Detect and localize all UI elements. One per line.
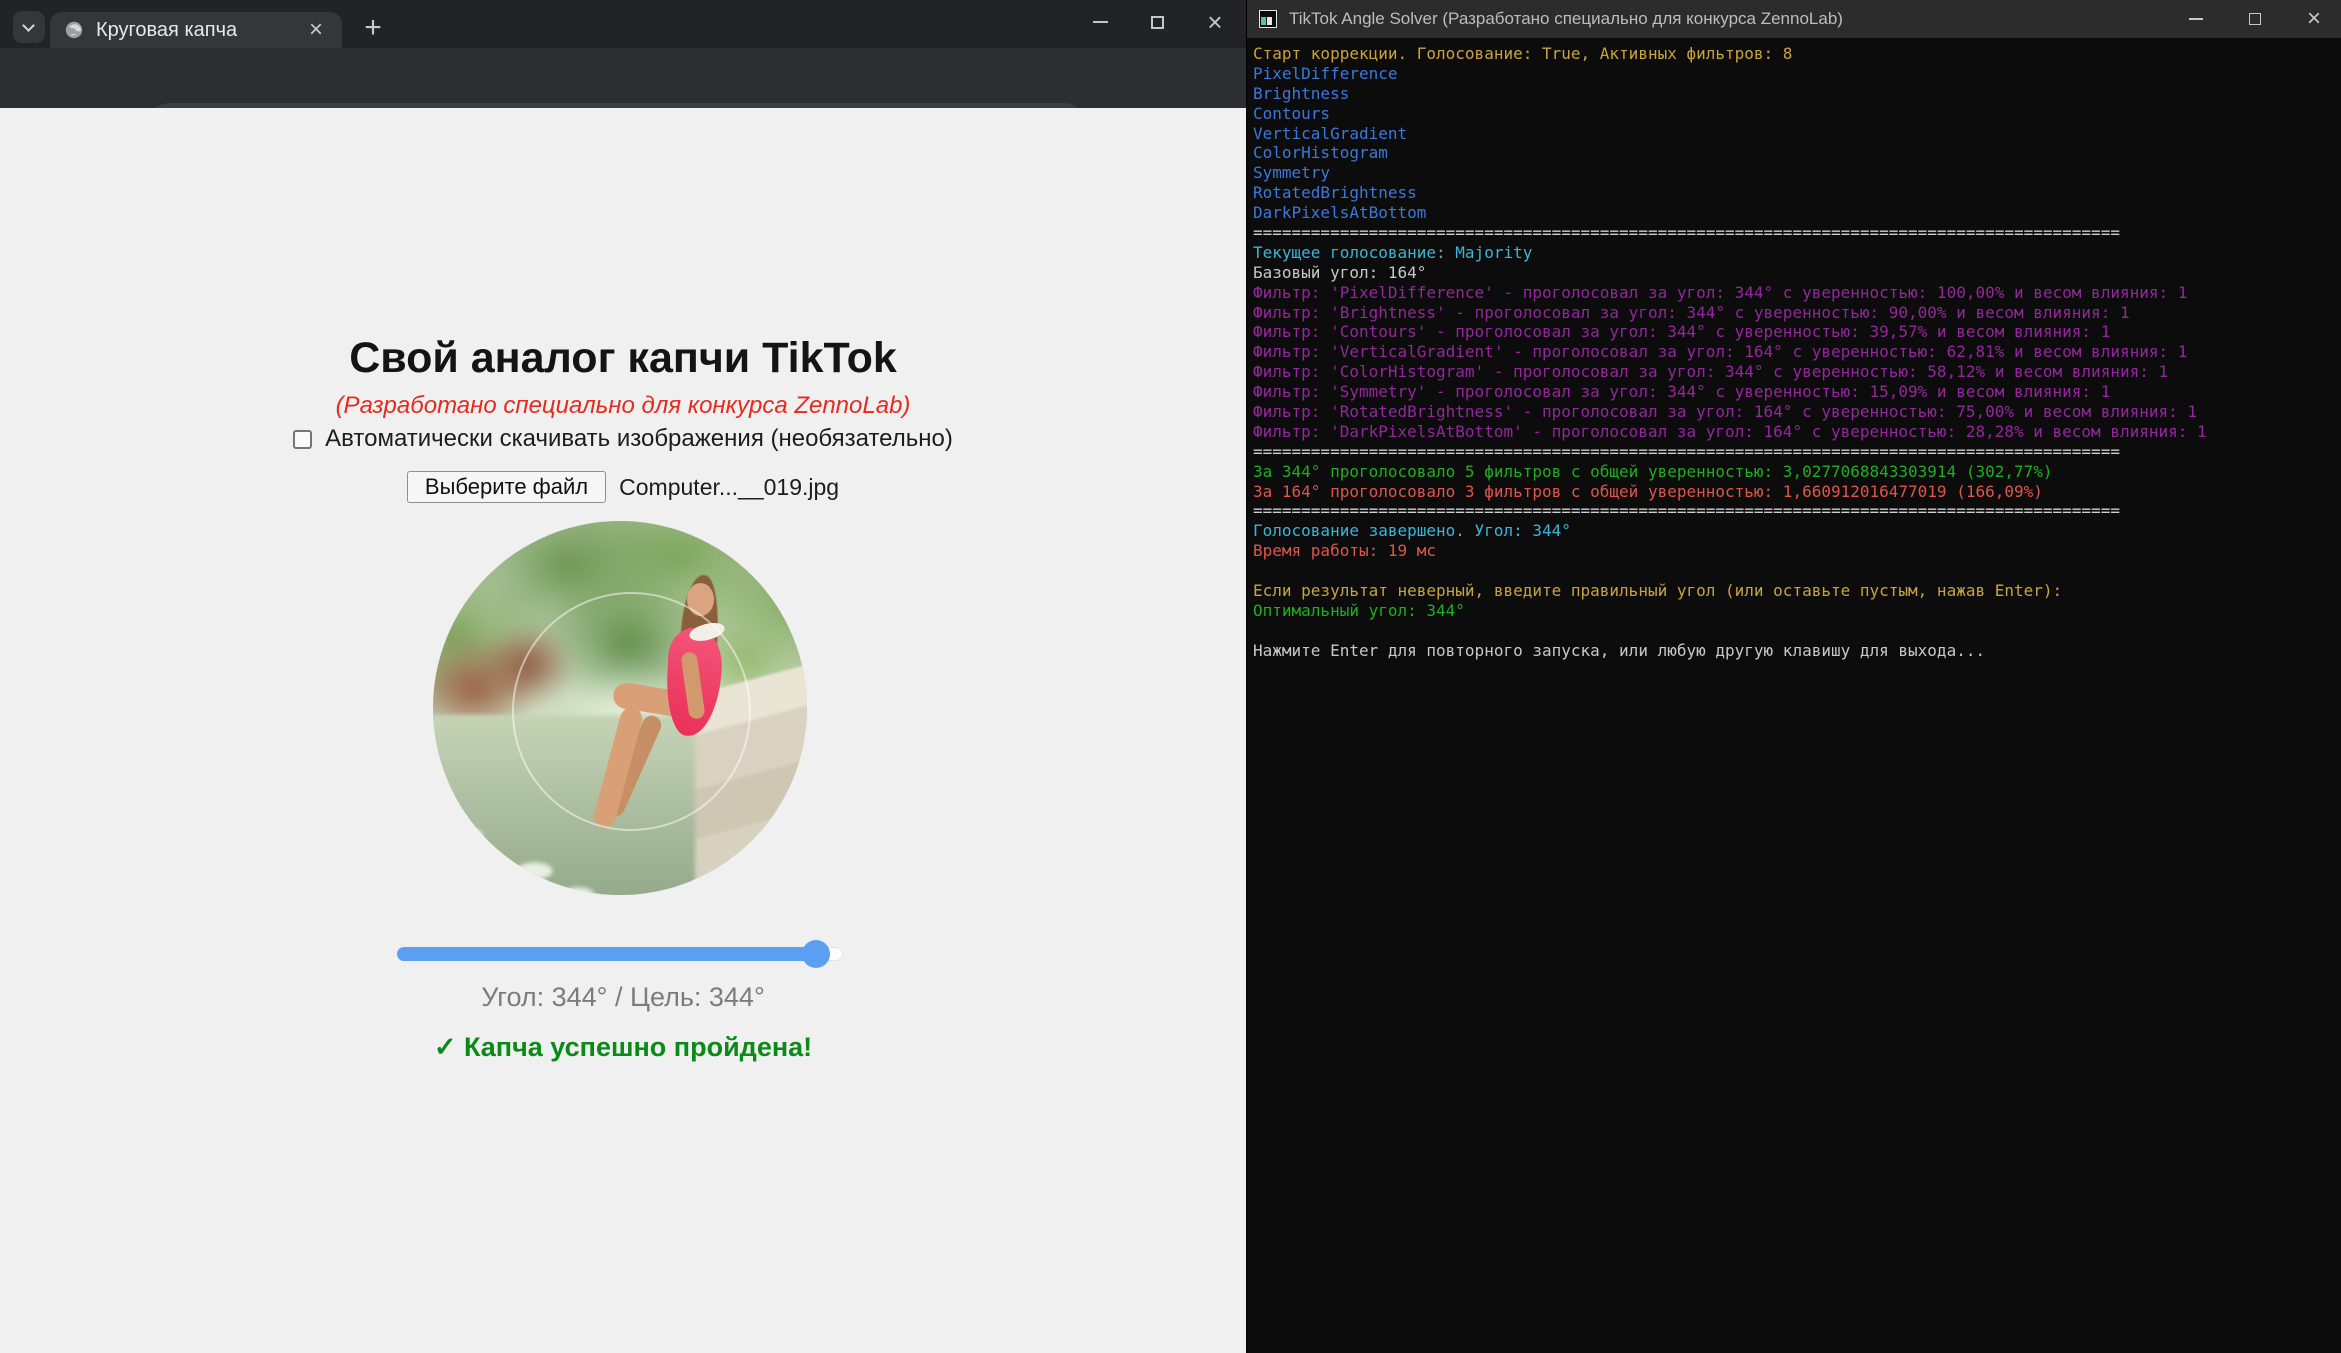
console-icon: [1259, 10, 1277, 28]
console-line: Фильтр: 'VerticalGradient' - проголосова…: [1253, 342, 2188, 362]
auto-download-row: Автоматически скачивать изображения (нео…: [0, 425, 1246, 453]
console-line: ========================================…: [1253, 441, 2120, 461]
browser-minimize-button[interactable]: [1077, 0, 1123, 44]
browser-toolbar: ← → ↻ i Файл C:/Users/Samson/source/repo…: [0, 48, 1300, 147]
new-tab-button[interactable]: +: [356, 12, 390, 46]
captcha-image: [433, 521, 807, 895]
console-line: Фильтр: 'RotatedBrightness' - проголосов…: [1253, 402, 2198, 422]
console-line: За 344° проголосовало 5 фильтров с общей…: [1253, 461, 2053, 481]
console-line: Текущее голосование: Majority: [1253, 242, 1533, 262]
console-line: DarkPixelsAtBottom: [1253, 203, 1427, 223]
angle-slider[interactable]: [397, 940, 843, 968]
console-close-button[interactable]: ×: [2291, 0, 2337, 38]
console-maximize-button[interactable]: [2232, 0, 2278, 38]
console-line: VerticalGradient: [1253, 123, 1408, 143]
close-icon: ×: [2306, 5, 2321, 32]
console-line: ColorHistogram: [1253, 143, 1388, 163]
console-line: Brightness: [1253, 83, 1350, 103]
console-line: Базовый угол: 164°: [1253, 262, 1427, 282]
file-input-row: Выберите файл Computer...__019.jpg: [0, 471, 1246, 503]
page-subtitle: (Разработано специально для конкурса Zen…: [335, 392, 911, 419]
minimize-icon: [2189, 18, 2203, 20]
slider-fill: [397, 947, 816, 961]
console-line: Symmetry: [1253, 163, 1331, 183]
auto-download-checkbox[interactable]: [293, 429, 313, 449]
tab-close-icon[interactable]: ×: [304, 18, 328, 42]
console-line: RotatedBrightness: [1253, 183, 1417, 203]
console-line: Фильтр: 'DarkPixelsAtBottom' - проголосо…: [1253, 421, 2207, 441]
console-line: Contours: [1253, 103, 1331, 123]
auto-download-label: Автоматически скачивать изображения (нео…: [325, 425, 953, 452]
tab-active[interactable]: Круговая капча ×: [50, 12, 342, 48]
browser-close-button[interactable]: ×: [1192, 0, 1238, 44]
browser-window: Круговая капча × + × ← → ↻ i Файл C:/Use…: [0, 0, 1300, 1353]
console-titlebar[interactable]: TikTok Angle Solver (Разработано специал…: [1247, 0, 2341, 38]
console-line: Фильтр: 'Contours' - проголосовал за уго…: [1253, 322, 2111, 342]
browser-maximize-button[interactable]: [1134, 0, 1180, 44]
console-line: За 164° проголосовало 3 фильтров с общей…: [1253, 481, 2043, 501]
screen: Круговая капча × + × ← → ↻ i Файл C:/Use…: [0, 0, 2341, 1353]
console-line: Нажмите Enter для повторного запуска, ил…: [1253, 640, 1986, 660]
console-line: Фильтр: 'Symmetry' - проголосовал за уго…: [1253, 382, 2111, 402]
minimize-icon: [1092, 21, 1108, 23]
console-title: TikTok Angle Solver (Разработано специал…: [1289, 9, 1843, 28]
chevron-down-icon: [22, 19, 35, 32]
tab-search-button[interactable]: [13, 11, 45, 43]
captcha-ring-overlay: [511, 592, 751, 832]
console-line: Голосование завершено. Угол: 344°: [1253, 521, 1571, 541]
console-output: Старт коррекции. Голосование: True, Акти…: [1253, 44, 2338, 661]
console-line: Фильтр: 'Brightness' - проголосовал за у…: [1253, 302, 2130, 322]
console-line: PixelDifference: [1253, 63, 1398, 83]
page-title: Свой аналог капчи TikTok: [349, 334, 897, 382]
console-line: Оптимальный угол: 344°: [1253, 600, 1465, 620]
console-minimize-button[interactable]: [2173, 0, 2219, 38]
console-line: Фильтр: 'PixelDifference' - проголосовал…: [1253, 282, 2188, 302]
console-line: ========================================…: [1253, 223, 2120, 243]
console-line: Фильтр: 'ColorHistogram' - проголосовал …: [1253, 362, 2169, 382]
choose-file-button[interactable]: Выберите файл: [406, 471, 607, 503]
angle-slider-thumb[interactable]: [802, 940, 830, 968]
close-icon: ×: [1207, 7, 1223, 37]
globe-favicon-icon: [65, 21, 83, 39]
maximize-icon: [1150, 15, 1164, 29]
tab-title: Круговая капча: [96, 18, 238, 41]
tab-strip: Круговая капча × + ×: [0, 0, 1246, 48]
maximize-icon: [2249, 13, 2261, 25]
console-line: Время работы: 19 мс: [1253, 541, 1437, 561]
selected-file-name: Computer...__019.jpg: [619, 473, 840, 500]
console-line: Старт коррекции. Голосование: True, Акти…: [1253, 44, 1793, 63]
angle-status-text: Угол: 344° / Цель: 344°: [481, 982, 765, 1012]
console-window: TikTok Angle Solver (Разработано специал…: [1246, 0, 2341, 1353]
console-line: Если результат неверный, введите правиль…: [1253, 581, 2063, 601]
success-message: ✓ Капча успешно пройдена!: [433, 1032, 813, 1062]
captcha-page: Свой аналог капчи TikTok (Разработано сп…: [0, 108, 1246, 1353]
console-line: ========================================…: [1253, 501, 2120, 521]
